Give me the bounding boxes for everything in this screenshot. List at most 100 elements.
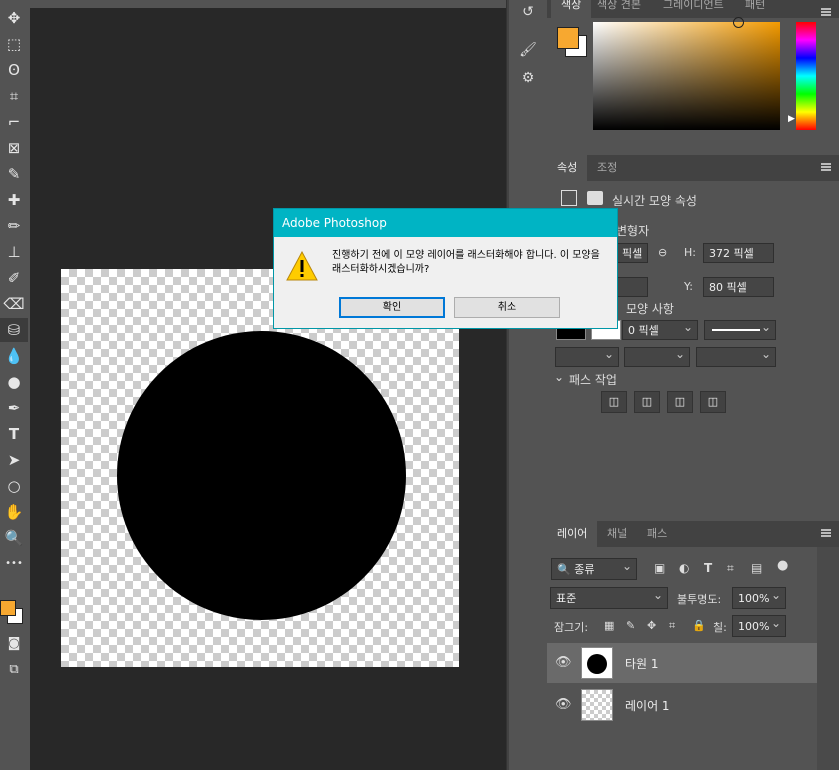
quick-select-icon[interactable]: ⌗ (0, 84, 28, 108)
layers-scrollbar[interactable] (817, 547, 839, 770)
lock-pixels-icon[interactable]: ✎ (626, 619, 635, 632)
tab-channels[interactable]: 채널 (597, 521, 637, 547)
visibility-eye-icon[interactable]: 👁 (555, 697, 572, 712)
frame-icon[interactable]: ⊠ (0, 136, 28, 160)
layer-row-layer1[interactable]: 👁 레이어 1 (547, 685, 817, 725)
path-select-icon[interactable]: ➤ (0, 448, 28, 472)
screen-mode-icon[interactable]: ⧉ (0, 658, 28, 682)
filter-shape-icon[interactable]: ⌗ (727, 561, 734, 576)
hue-slider[interactable] (796, 22, 816, 130)
color-tabbar: 색상 색상 견본 그레이디언트 패턴 (547, 0, 839, 18)
search-icon: 🔍 (557, 563, 575, 576)
ellipse-icon[interactable]: ○ (0, 474, 28, 498)
history-icon[interactable]: ↺ (509, 0, 547, 24)
properties-header: 실시간 모양 속성 (612, 194, 697, 208)
lasso-icon[interactable]: ʘ (0, 58, 28, 82)
pen-icon[interactable]: ✒ (0, 396, 28, 420)
layer-row-ellipse[interactable]: 👁 타원 1 (547, 643, 817, 683)
filter-toggle-icon[interactable]: ● (777, 558, 788, 573)
lock-transparency-icon[interactable]: ▦ (604, 619, 614, 632)
panel-menu-icon[interactable] (821, 163, 831, 171)
h-field[interactable]: 372 픽셀 (703, 243, 774, 263)
color-picker-ring[interactable] (733, 17, 744, 28)
filter-adjust-icon[interactable]: ◐ (679, 561, 689, 575)
x-field[interactable] (616, 277, 648, 297)
tab-paths[interactable]: 패스 (637, 521, 677, 547)
corners-dropdown[interactable] (696, 344, 776, 367)
combine-shapes-button[interactable]: ◫ (601, 391, 627, 413)
brush-icon[interactable]: ✏ (0, 214, 28, 238)
stroke-width-field[interactable]: 0 픽셀 (622, 317, 698, 340)
w-field[interactable]: 픽셀 (616, 243, 648, 263)
lock-artboard-icon[interactable]: ⌗ (669, 619, 675, 633)
eraser-icon[interactable]: ⌫ (0, 292, 28, 316)
move-icon[interactable]: ✥ (0, 6, 28, 30)
blend-mode-dropdown[interactable]: 표준 (550, 584, 668, 609)
zoom-icon[interactable]: 🔍 (0, 526, 28, 550)
document-tab-bar (30, 0, 506, 8)
y-field[interactable]: 80 픽셀 (703, 277, 774, 297)
layer-name: 타원 1 (625, 657, 659, 671)
cancel-button[interactable]: 취소 (454, 297, 560, 318)
tab-layers[interactable]: 레이어 (547, 521, 598, 547)
paint-bucket-icon[interactable]: ⛁ (0, 318, 28, 342)
tab-adjustments[interactable]: 조정 (587, 155, 627, 181)
fill-label: 칠: (713, 621, 727, 634)
hue-slider-handle[interactable]: ▶ (788, 114, 795, 124)
color-field[interactable] (593, 22, 780, 130)
stamp-icon[interactable]: ⊥ (0, 240, 28, 264)
eyedropper-icon[interactable]: ✎ (0, 162, 28, 186)
caps-dropdown[interactable] (624, 344, 690, 367)
h-label: H: (684, 246, 696, 259)
filter-pixel-icon[interactable]: ▣ (654, 561, 665, 575)
crop-icon[interactable]: ⌐ (0, 110, 28, 134)
shape-icon (561, 190, 577, 206)
properties-tabbar: 속성 조정 (547, 155, 839, 181)
healing-icon[interactable]: ✚ (0, 188, 28, 212)
quick-mask-icon[interactable]: ◙ (0, 632, 28, 656)
visibility-eye-icon[interactable]: 👁 (555, 655, 572, 670)
ok-button[interactable]: 확인 (339, 297, 445, 318)
tab-gradients[interactable]: 그레이디언트 (653, 0, 734, 18)
lock-position-icon[interactable]: ✥ (647, 619, 656, 632)
toolbar-foreground-swatch[interactable] (0, 600, 16, 616)
stroke-line-preview (712, 329, 760, 331)
type-icon[interactable]: T (0, 422, 28, 446)
tab-properties[interactable]: 속성 (547, 155, 588, 181)
tab-swatches[interactable]: 색상 견본 (587, 0, 651, 18)
panel-menu-icon[interactable] (821, 8, 831, 16)
brush-settings-icon[interactable]: 🖌 (509, 38, 547, 62)
dodge-icon[interactable]: ● (0, 370, 28, 394)
layer-filter-dropdown[interactable]: 🔍 종류 (551, 555, 637, 580)
subtract-shape-button[interactable]: ◫ (634, 391, 660, 413)
more-icon[interactable]: ••• (0, 552, 28, 576)
align-dropdown[interactable] (555, 344, 619, 367)
filter-smart-icon[interactable]: ▤ (751, 561, 762, 575)
tab-patterns[interactable]: 패턴 (735, 0, 775, 18)
exclude-shape-button[interactable]: ◫ (700, 391, 726, 413)
opacity-label: 불투명도: (677, 593, 722, 606)
adjust-icon[interactable]: ⚙ (509, 66, 547, 90)
hand-icon[interactable]: ✋ (0, 500, 28, 524)
warning-icon (286, 251, 318, 281)
ellipse-shape[interactable] (117, 331, 406, 620)
marquee-icon[interactable]: ⬚ (0, 32, 28, 56)
dialog-title: Adobe Photoshop (274, 209, 617, 237)
path-section-label: 패스 작업 (569, 373, 617, 387)
blur-icon[interactable]: 💧 (0, 344, 28, 368)
rasterize-dialog: Adobe Photoshop 진행하기 전에 이 모양 레이어를 래스터화해야… (273, 208, 618, 329)
intersect-shape-button[interactable]: ◫ (667, 391, 693, 413)
opacity-field[interactable]: 100% (732, 584, 786, 609)
history-brush-icon[interactable]: ✐ (0, 266, 28, 290)
filter-type-icon[interactable]: T (704, 561, 712, 575)
path-section-chevron[interactable]: ⌄ (554, 370, 564, 384)
tab-color[interactable]: 색상 (551, 0, 592, 18)
link-icon[interactable]: ⊖ (658, 246, 667, 259)
layer-name: 레이어 1 (625, 699, 670, 713)
foreground-color-swatch[interactable] (557, 27, 579, 49)
transform-section-label: 변형자 (616, 224, 650, 238)
lock-all-icon[interactable]: 🔒 (692, 619, 706, 632)
fill-field[interactable]: 100% (732, 612, 786, 637)
panel-menu-icon[interactable] (821, 529, 831, 537)
dialog-message: 진행하기 전에 이 모양 레이어를 래스터화해야 합니다. 이 모양을 래스터화… (332, 250, 600, 275)
